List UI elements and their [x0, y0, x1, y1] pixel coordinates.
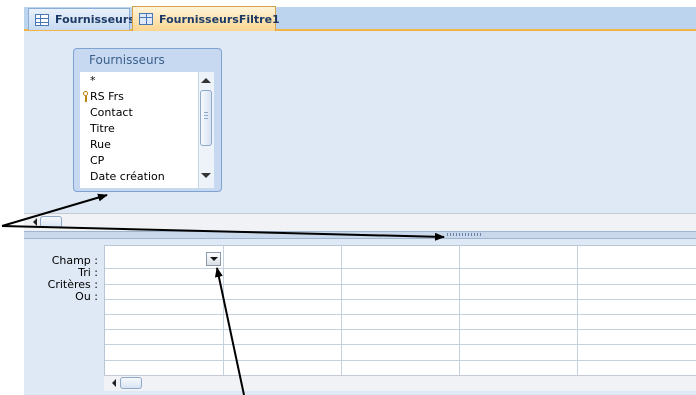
arrow-to-splitter: [1, 225, 445, 241]
annotation-arrows: [1, 193, 445, 395]
arrow-to-field-list: [1, 193, 108, 227]
arrow-to-dropdown: [214, 267, 245, 395]
